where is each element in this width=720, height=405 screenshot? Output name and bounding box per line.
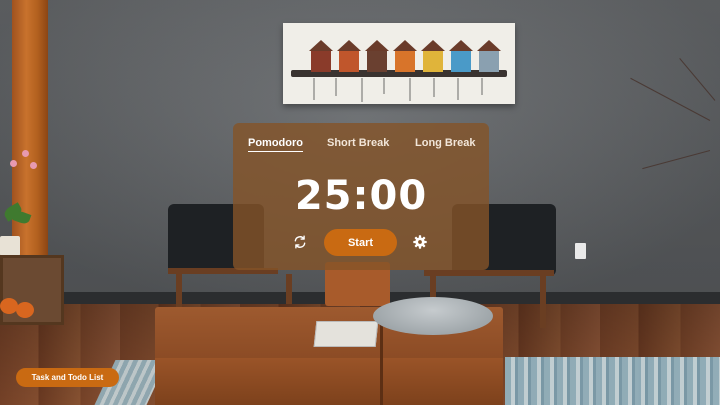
pumpkin bbox=[16, 302, 34, 318]
tab-long-break[interactable]: Long Break bbox=[415, 137, 476, 149]
gear-icon bbox=[413, 235, 427, 249]
rug bbox=[505, 357, 720, 405]
settings-button[interactable] bbox=[411, 233, 429, 251]
tab-short-break[interactable]: Short Break bbox=[327, 137, 389, 149]
tab-pomodoro[interactable]: Pomodoro bbox=[248, 137, 303, 152]
grey-tray bbox=[373, 297, 493, 335]
reset-button[interactable] bbox=[291, 233, 309, 251]
reset-icon bbox=[294, 235, 306, 249]
wall-outlet bbox=[575, 243, 586, 259]
plant-pot bbox=[0, 236, 20, 256]
timer-display: 25:00 bbox=[294, 173, 428, 219]
mode-tabs: Pomodoro Short Break Long Break bbox=[233, 137, 489, 157]
magazine bbox=[313, 321, 379, 347]
start-button[interactable]: Start bbox=[324, 229, 397, 256]
pomodoro-card: Pomodoro Short Break Long Break 25:00 St… bbox=[233, 123, 489, 270]
wall-painting bbox=[283, 23, 515, 104]
task-todo-button[interactable]: Task and Todo List bbox=[16, 368, 119, 387]
